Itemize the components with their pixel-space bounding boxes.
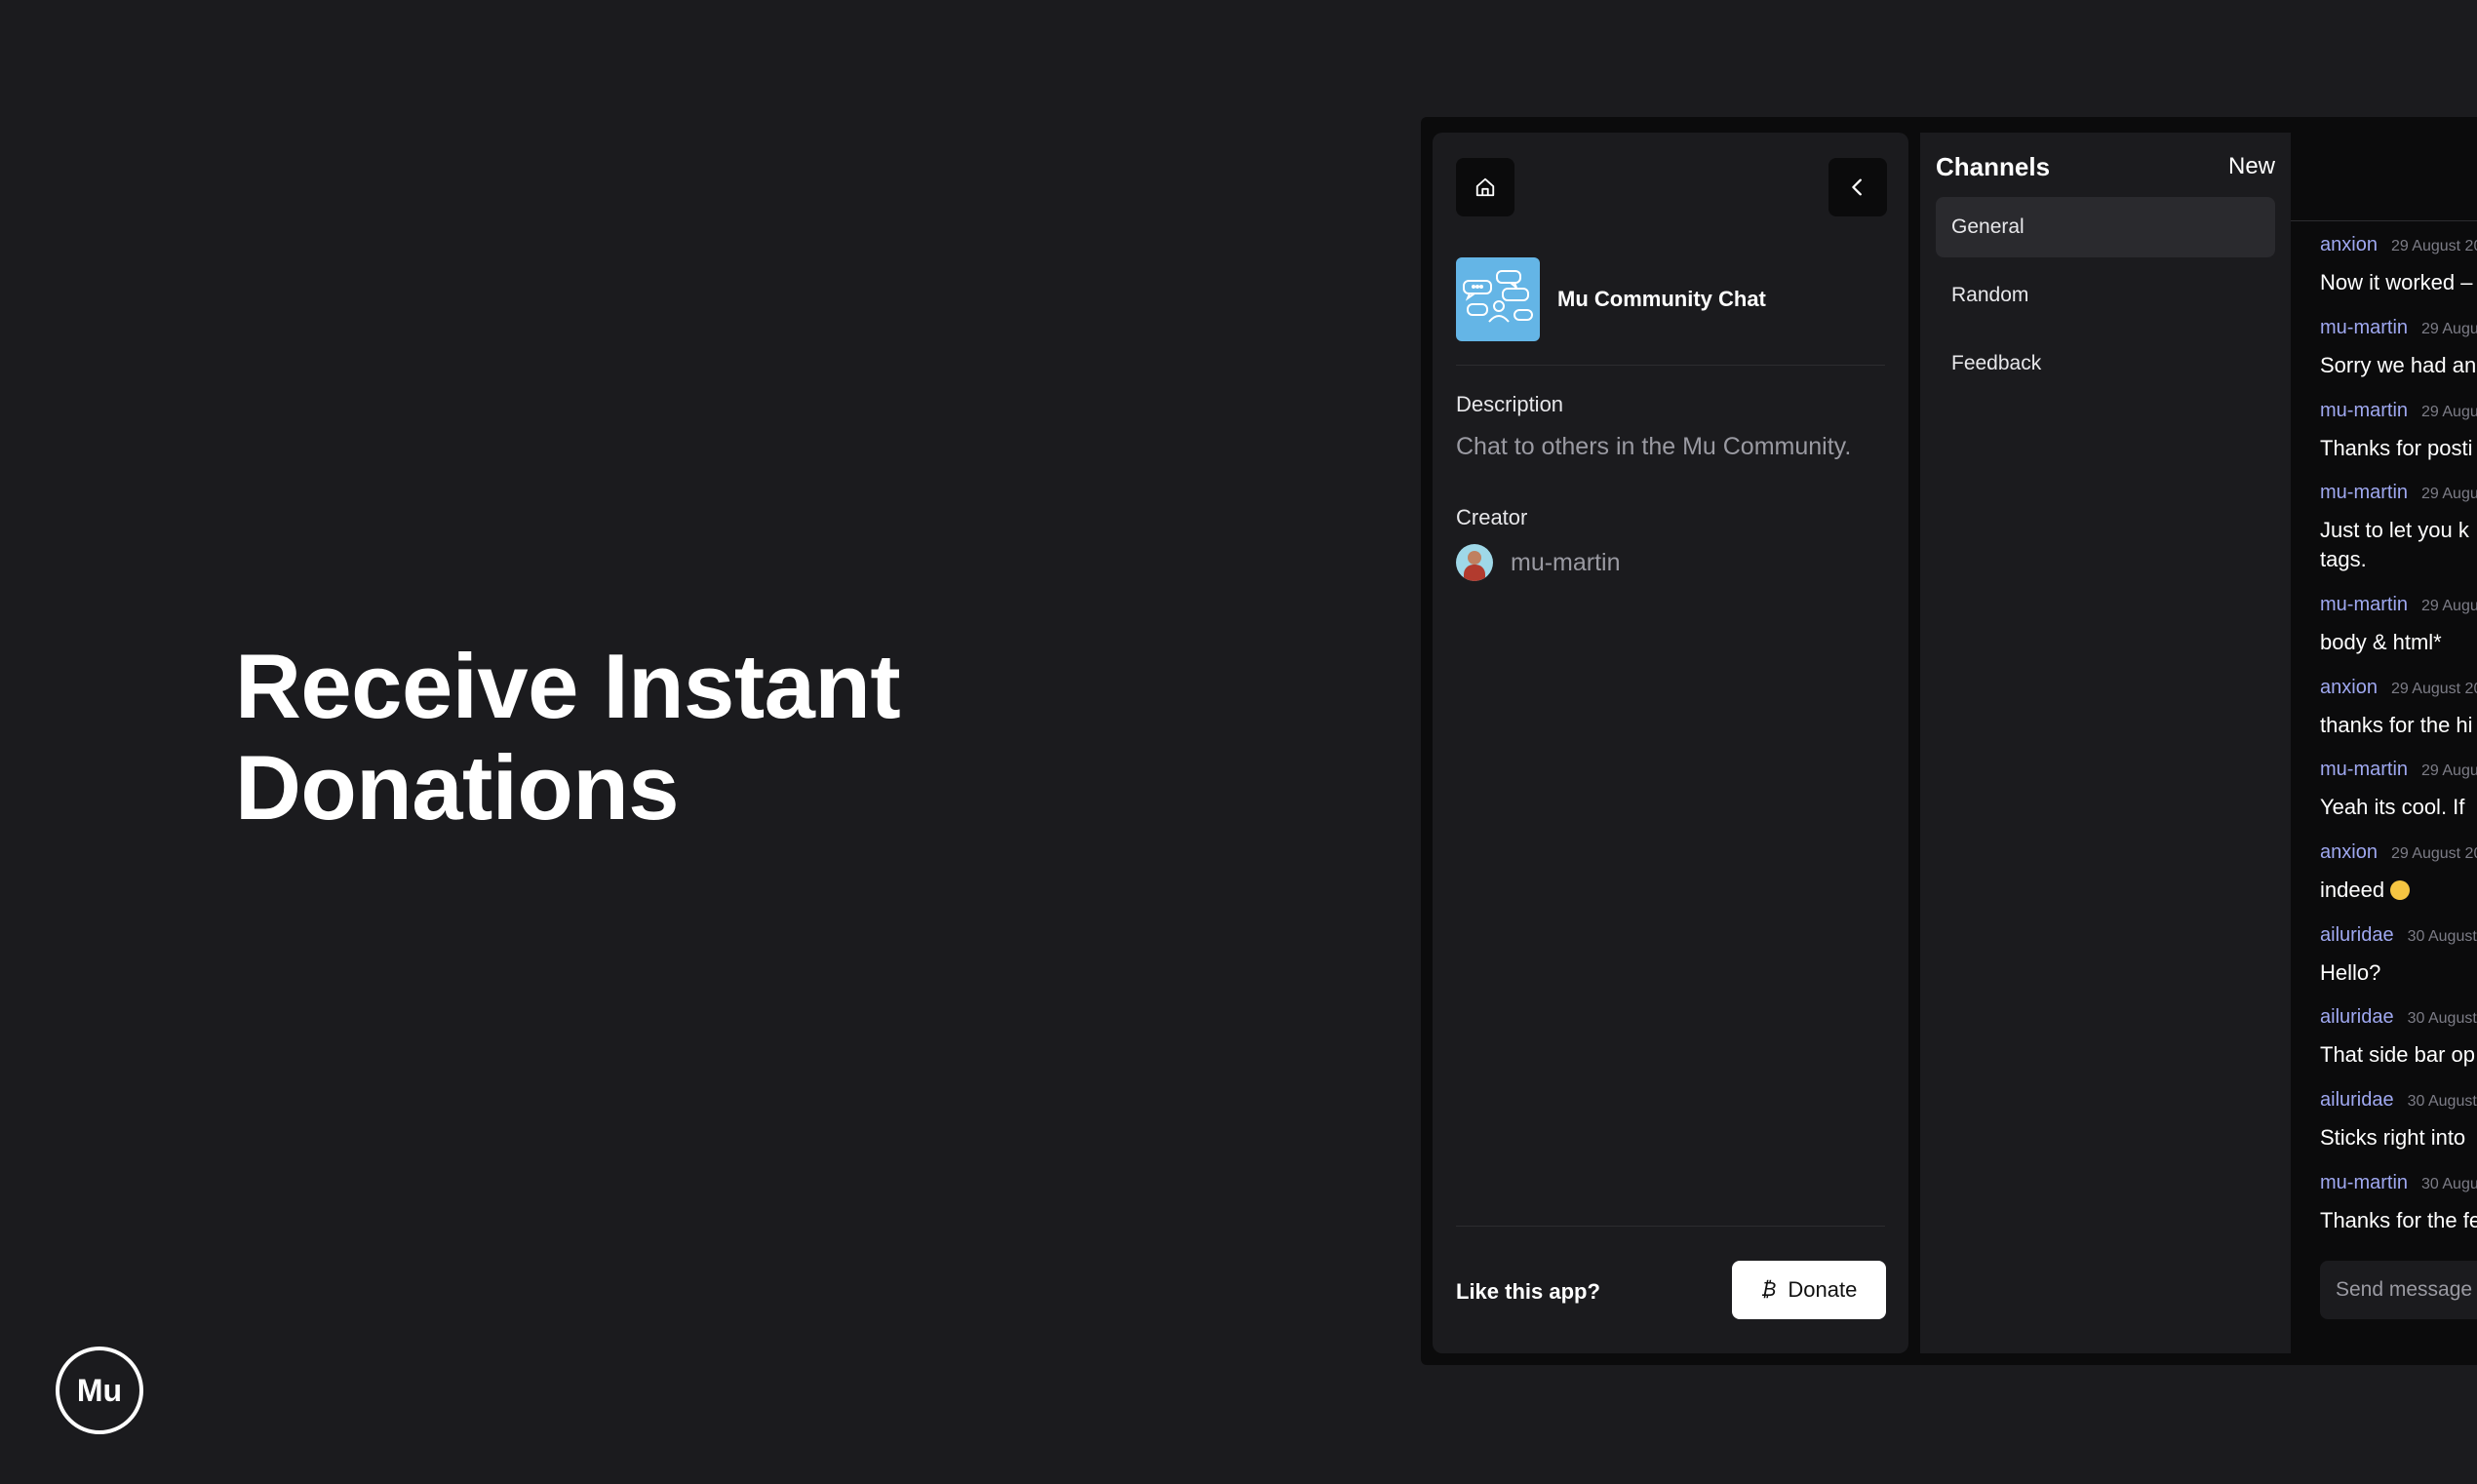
creator-label: Creator xyxy=(1456,505,1528,529)
channel-item-random[interactable]: Random xyxy=(1936,265,2275,326)
message: ailuridae 30 August 2023 Hello? xyxy=(2320,924,2477,988)
message-text: Just to let you k xyxy=(2320,518,2469,542)
channels-title: Channels xyxy=(1936,152,2051,181)
app-name: Mu Community Chat xyxy=(1557,287,1766,311)
message: anxion 29 August 2023 thanks for the hi xyxy=(2320,677,2477,740)
mu-logo: Mu xyxy=(56,1347,143,1434)
message: mu-martin 30 August 2023 Thanks for the f… xyxy=(2320,1172,2477,1235)
message-user[interactable]: anxion xyxy=(2320,841,2378,863)
message-time: 29 August 2023 xyxy=(2390,238,2477,254)
message-text: indeed xyxy=(2320,878,2385,902)
message-user[interactable]: mu-martin xyxy=(2320,482,2408,503)
channel-label: Random xyxy=(1951,284,2029,306)
divider xyxy=(1456,365,1885,366)
message: mu-martin 29 August 2023 Thanks for posti xyxy=(2320,400,2477,463)
message-time: 30 August 2023 xyxy=(2421,1176,2477,1192)
description-text: Chat to others in the Mu Community. xyxy=(1456,433,1852,460)
new-channel-button[interactable]: New xyxy=(2228,153,2275,180)
send-message-input[interactable] xyxy=(2320,1261,2477,1319)
hero-headline-line2: Donations xyxy=(235,736,680,839)
description-label: Description xyxy=(1456,392,1564,416)
message-text: thanks for the hi xyxy=(2320,713,2473,737)
bitcoin-icon: ₿ xyxy=(1760,1278,1777,1301)
message: ailuridae 30 August 2023 That side bar op xyxy=(2320,1006,2477,1070)
message-time: 29 August 2023 xyxy=(2390,681,2477,697)
message-time: 29 August 2023 xyxy=(2421,598,2477,614)
message-text: That side bar op xyxy=(2320,1042,2475,1067)
app-info-panel: Mu Community Chat Description Chat to ot… xyxy=(1433,133,1908,1353)
channel-item-general[interactable]: General xyxy=(1936,197,2275,257)
message-text: Sticks right into xyxy=(2320,1125,2466,1150)
message-user[interactable]: mu-martin xyxy=(2320,400,2408,421)
message: mu-martin 29 August 2023 Sorry we had an xyxy=(2320,317,2477,380)
message-text: Sorry we had an xyxy=(2320,353,2477,377)
message-text: body & html* xyxy=(2320,630,2442,654)
divider xyxy=(1456,1226,1885,1227)
message-user[interactable]: mu-martin xyxy=(2320,594,2408,615)
message-user[interactable]: mu-martin xyxy=(2320,317,2408,338)
creator-name: mu-martin xyxy=(1511,548,1621,576)
message-user[interactable]: ailuridae xyxy=(2320,1006,2394,1028)
message: anxion 29 August 2023 Now it worked – xyxy=(2320,234,2477,297)
channel-item-feedback[interactable]: Feedback xyxy=(1936,333,2275,394)
message-time: 30 August 2023 xyxy=(2407,928,2477,945)
chat-bubbles-icon xyxy=(1456,257,1540,341)
message: ailuridae 30 August 2023 Sticks right int… xyxy=(2320,1089,2477,1152)
message-user[interactable]: anxion xyxy=(2320,677,2378,698)
home-icon xyxy=(1475,177,1495,197)
avatar xyxy=(1456,544,1493,581)
message-user[interactable]: mu-martin xyxy=(2320,759,2408,780)
channel-label: Feedback xyxy=(1951,352,2042,374)
chat-header xyxy=(2291,133,2477,221)
message-time: 29 August 2023 xyxy=(2421,486,2477,502)
chat-panel: anxion 29 August 2023 Now it worked – mu-… xyxy=(2291,133,2477,1353)
message-time: 30 August 2023 xyxy=(2407,1093,2477,1110)
message-user[interactable]: mu-martin xyxy=(2320,1172,2408,1193)
hero-headline-line1: Receive Instant xyxy=(235,635,901,737)
message-user[interactable]: ailuridae xyxy=(2320,1089,2394,1111)
message-time: 29 August 2023 xyxy=(2421,404,2477,420)
message-time: 29 August 2023 xyxy=(2390,845,2477,862)
app-window: Mu Community Chat Description Chat to ot… xyxy=(1421,117,2477,1365)
message-time: 29 August 2023 xyxy=(2421,321,2477,337)
app-header: Mu Community Chat xyxy=(1456,257,1766,341)
hero-headline: Receive Instant Donations xyxy=(235,636,1015,839)
channel-label: General xyxy=(1951,215,2025,238)
message-time: 30 August 2023 xyxy=(2407,1010,2477,1027)
chevron-left-icon xyxy=(1852,178,1862,196)
creator[interactable]: mu-martin xyxy=(1456,544,1621,581)
message: anxion 29 August 2023 indeed xyxy=(2320,841,2477,905)
message: mu-martin 29 August 2023 Yeah its cool. I… xyxy=(2320,759,2477,822)
message: mu-martin 29 August 2023 body & html* xyxy=(2320,594,2477,657)
message-user[interactable]: anxion xyxy=(2320,234,2378,255)
back-button[interactable] xyxy=(1828,158,1887,216)
message-text: Thanks for posti xyxy=(2320,436,2473,460)
donate-button[interactable]: ₿ Donate xyxy=(1732,1261,1886,1319)
grin-emoji-icon xyxy=(2390,880,2411,900)
message-user[interactable]: ailuridae xyxy=(2320,924,2394,946)
donate-label: Donate xyxy=(1788,1277,1858,1302)
message-text: Now it worked – xyxy=(2320,270,2473,294)
home-button[interactable] xyxy=(1456,158,1514,216)
message-text: Hello? xyxy=(2320,960,2381,985)
message-text: tags. xyxy=(2320,547,2367,571)
message-text: Yeah its cool. If xyxy=(2320,795,2465,819)
message-time: 29 August 2023 xyxy=(2421,762,2477,779)
like-app-text: Like this app? xyxy=(1456,1279,1600,1304)
message: mu-martin 29 August 2023 Just to let you … xyxy=(2320,482,2477,574)
channels-panel: Channels New General Random Feedback xyxy=(1920,133,2291,1353)
message-text: Thanks for the fe xyxy=(2320,1208,2477,1232)
